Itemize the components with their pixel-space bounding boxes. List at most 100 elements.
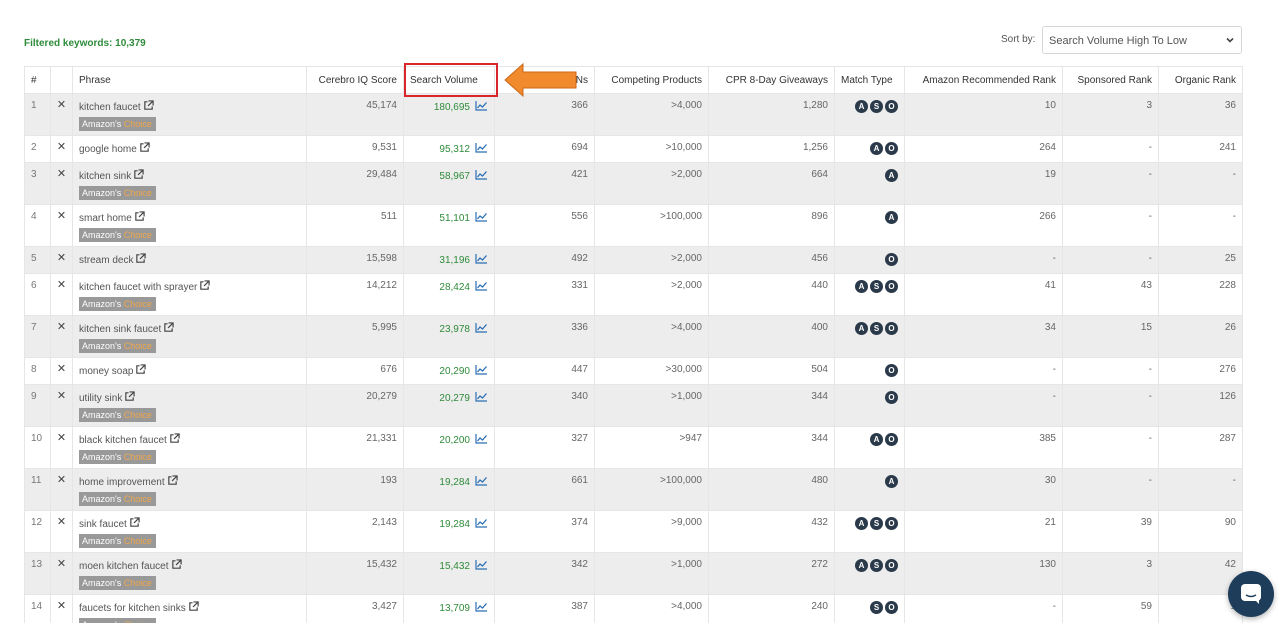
chart-icon[interactable] (475, 322, 488, 333)
sort-select[interactable]: Search Volume High To Low (1042, 26, 1242, 54)
amazons-choice-badge: Amazon's Choice (79, 117, 156, 131)
external-link-icon[interactable] (163, 322, 174, 333)
chart-icon[interactable] (475, 253, 488, 264)
col-header-search-volume[interactable]: Search Volume (403, 66, 495, 94)
phrase-link[interactable]: faucets for kitchen sinks (79, 603, 186, 614)
asins-cell: 366 (494, 93, 595, 136)
remove-button[interactable]: ✕ (50, 357, 73, 385)
chart-icon[interactable] (475, 517, 488, 528)
col-header-match-type[interactable]: Match Type (834, 66, 905, 94)
row-index: 13 (24, 552, 51, 595)
chat-button[interactable] (1228, 571, 1274, 617)
phrase-link[interactable]: sink faucet (79, 519, 127, 530)
remove-button[interactable]: ✕ (50, 204, 73, 247)
match-type-cell: A (834, 204, 905, 247)
match-type-badge: O (885, 517, 898, 530)
match-type-badge: A (870, 433, 883, 446)
chart-icon[interactable] (475, 169, 488, 180)
phrase-link[interactable]: kitchen faucet with sprayer (79, 282, 197, 293)
remove-button[interactable]: ✕ (50, 594, 73, 623)
remove-button[interactable]: ✕ (50, 162, 73, 205)
asins-cell: 331 (494, 273, 595, 316)
phrase-link[interactable]: utility sink (79, 393, 122, 404)
amazons-choice-badge: Amazon's Choice (79, 228, 156, 242)
phrase-link[interactable]: money soap (79, 366, 133, 377)
phrase-link[interactable]: kitchen faucet (79, 102, 141, 113)
row-index: 9 (24, 384, 51, 427)
amazon-rec-rank-cell: 19 (904, 162, 1063, 205)
sponsored-rank-cell: - (1062, 246, 1159, 274)
phrase-link[interactable]: google home (79, 144, 137, 155)
badge-brand: Amazon's (82, 578, 122, 588)
external-link-icon[interactable] (143, 100, 154, 111)
match-type-badge: S (870, 517, 883, 530)
chart-icon[interactable] (475, 100, 488, 111)
table-row: 1 ✕ kitchen faucet Amazon's Choice 45,174 180… (24, 93, 1243, 136)
external-link-icon[interactable] (167, 475, 178, 486)
phrase-link[interactable]: smart home (79, 213, 132, 224)
search-volume-cell: 31,196 (403, 246, 495, 274)
chart-icon[interactable] (475, 391, 488, 402)
phrase-link[interactable]: home improvement (79, 477, 165, 488)
chart-icon[interactable] (475, 211, 488, 222)
col-header-phrase[interactable]: Phrase (72, 66, 307, 94)
remove-button[interactable]: ✕ (50, 384, 73, 427)
remove-button[interactable]: ✕ (50, 246, 73, 274)
external-link-icon[interactable] (133, 169, 144, 180)
col-header-cpr[interactable]: CPR 8-Day Giveaways (708, 66, 835, 94)
cerebro-iq-cell: 676 (306, 357, 404, 385)
col-header-amazon-rec-rank[interactable]: Amazon Recommended Rank (904, 66, 1063, 94)
chart-icon[interactable] (475, 601, 488, 612)
match-type-badge: O (885, 253, 898, 266)
match-type-cell: A (834, 162, 905, 205)
search-volume-value: 15,432 (439, 561, 470, 572)
phrase-cell: kitchen sink faucet Amazon's Choice (72, 315, 307, 358)
remove-icon: ✕ (56, 474, 67, 486)
row-index: 14 (24, 594, 51, 623)
external-link-icon[interactable] (135, 364, 147, 375)
phrase-cell: black kitchen faucet Amazon's Choice (72, 426, 307, 469)
competing-products-cell: >1,000 (594, 384, 709, 427)
external-link-icon[interactable] (129, 517, 140, 528)
external-link-icon[interactable] (124, 391, 136, 402)
chevron-down-icon (1226, 37, 1234, 43)
external-link-icon[interactable] (139, 142, 150, 153)
col-header-cerebro-iq[interactable]: Cerebro IQ Score (306, 66, 404, 94)
phrase-link[interactable]: kitchen sink (79, 171, 131, 182)
external-link-icon[interactable] (188, 601, 199, 612)
chart-icon[interactable] (475, 142, 488, 153)
chart-icon[interactable] (475, 559, 488, 570)
remove-button[interactable]: ✕ (50, 273, 73, 316)
amazon-rec-rank-cell: 41 (904, 273, 1063, 316)
remove-button[interactable]: ✕ (50, 135, 73, 163)
chart-icon[interactable] (475, 475, 488, 486)
match-type-cell: ASO (834, 315, 905, 358)
amazons-choice-badge: Amazon's Choice (79, 492, 156, 506)
external-link-icon[interactable] (134, 211, 145, 222)
col-header-sponsored-rank[interactable]: Sponsored Rank (1062, 66, 1159, 94)
phrase-link[interactable]: moen kitchen faucet (79, 561, 169, 572)
external-link-icon[interactable] (135, 253, 147, 264)
match-type-badge: A (855, 100, 868, 113)
phrase-link[interactable]: stream deck (79, 255, 133, 266)
remove-button[interactable]: ✕ (50, 93, 73, 136)
col-header-competing-products[interactable]: Competing Products (594, 66, 709, 94)
external-link-icon[interactable] (171, 559, 182, 570)
phrase-link[interactable]: kitchen sink faucet (79, 324, 161, 335)
remove-button[interactable]: ✕ (50, 510, 73, 553)
cpr-cell: 440 (708, 273, 835, 316)
chart-icon[interactable] (475, 433, 488, 444)
phrase-link[interactable]: black kitchen faucet (79, 435, 167, 446)
remove-button[interactable]: ✕ (50, 315, 73, 358)
chart-icon[interactable] (475, 280, 488, 291)
remove-button[interactable]: ✕ (50, 426, 73, 469)
search-volume-cell: 20,200 (403, 426, 495, 469)
chart-icon[interactable] (475, 364, 488, 375)
remove-button[interactable]: ✕ (50, 552, 73, 595)
col-header-organic-rank[interactable]: Organic Rank (1158, 66, 1243, 94)
row-index: 5 (24, 246, 51, 274)
remove-button[interactable]: ✕ (50, 468, 73, 511)
external-link-icon[interactable] (169, 433, 180, 444)
external-link-icon[interactable] (199, 280, 211, 291)
col-header-index[interactable]: # (24, 66, 51, 94)
